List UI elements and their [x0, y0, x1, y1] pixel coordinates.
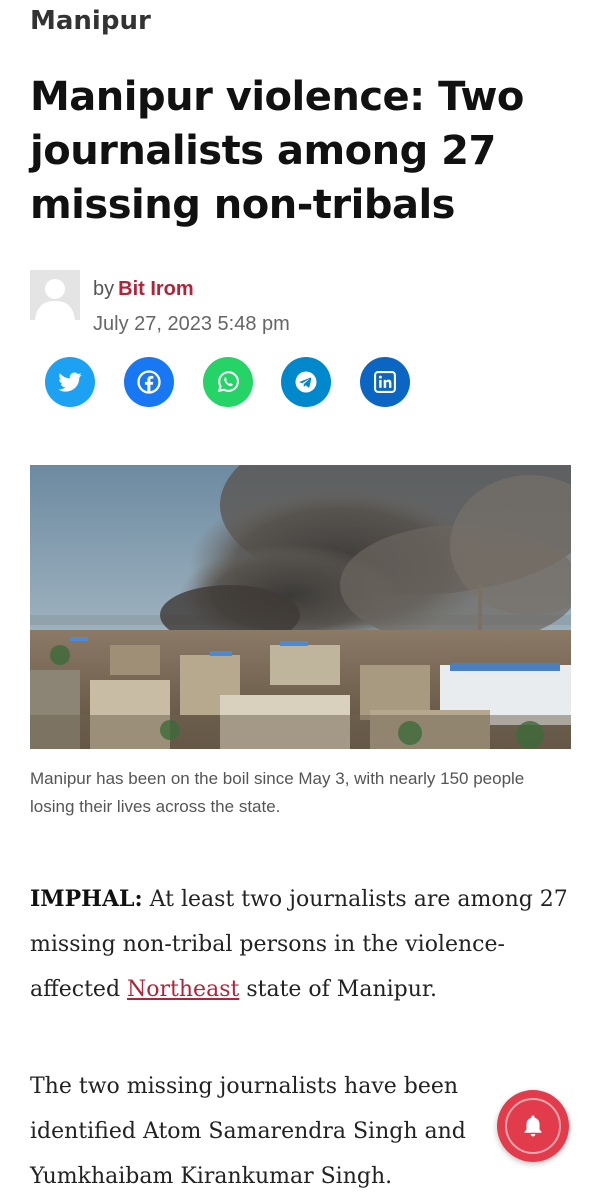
telegram-plane-icon: [295, 371, 317, 393]
facebook-f-icon: [137, 370, 161, 394]
author-avatar[interactable]: [30, 270, 80, 320]
category-label[interactable]: Manipur: [30, 6, 151, 36]
article-paragraph-1: IMPHAL: At least two journalists are amo…: [30, 877, 575, 1012]
twitter-bird-icon: [58, 372, 82, 392]
share-whatsapp-button[interactable]: [203, 357, 253, 407]
share-telegram-button[interactable]: [281, 357, 331, 407]
publish-date: July 27, 2023 5:48 pm: [93, 313, 290, 335]
notification-ring: [505, 1098, 561, 1154]
author-link[interactable]: Bit Irom: [118, 278, 194, 300]
city-smoke-photo: [30, 465, 571, 749]
article-paragraph-2: The two missing journalists have been id…: [30, 1074, 466, 1189]
byline-prefix: by: [93, 278, 115, 300]
northeast-link[interactable]: Northeast: [127, 977, 239, 1002]
article-hero-image: [30, 465, 571, 749]
linkedin-in-icon: [374, 371, 396, 393]
byline: by Bit Irom: [93, 278, 194, 301]
default-avatar-icon: [30, 270, 80, 320]
share-twitter-button[interactable]: [45, 357, 95, 407]
share-linkedin-button[interactable]: [360, 357, 410, 407]
bell-icon: [524, 1115, 542, 1137]
notification-bell-button[interactable]: [497, 1090, 569, 1162]
whatsapp-phone-icon: [217, 371, 239, 393]
paragraph-1-text-b: state of Manipur.: [239, 977, 437, 1002]
share-facebook-button[interactable]: [124, 357, 174, 407]
image-caption: Manipur has been on the boil since May 3…: [30, 769, 525, 816]
dateline: IMPHAL:: [30, 886, 143, 912]
article-title: Manipur violence: Two journalists among …: [30, 74, 524, 228]
